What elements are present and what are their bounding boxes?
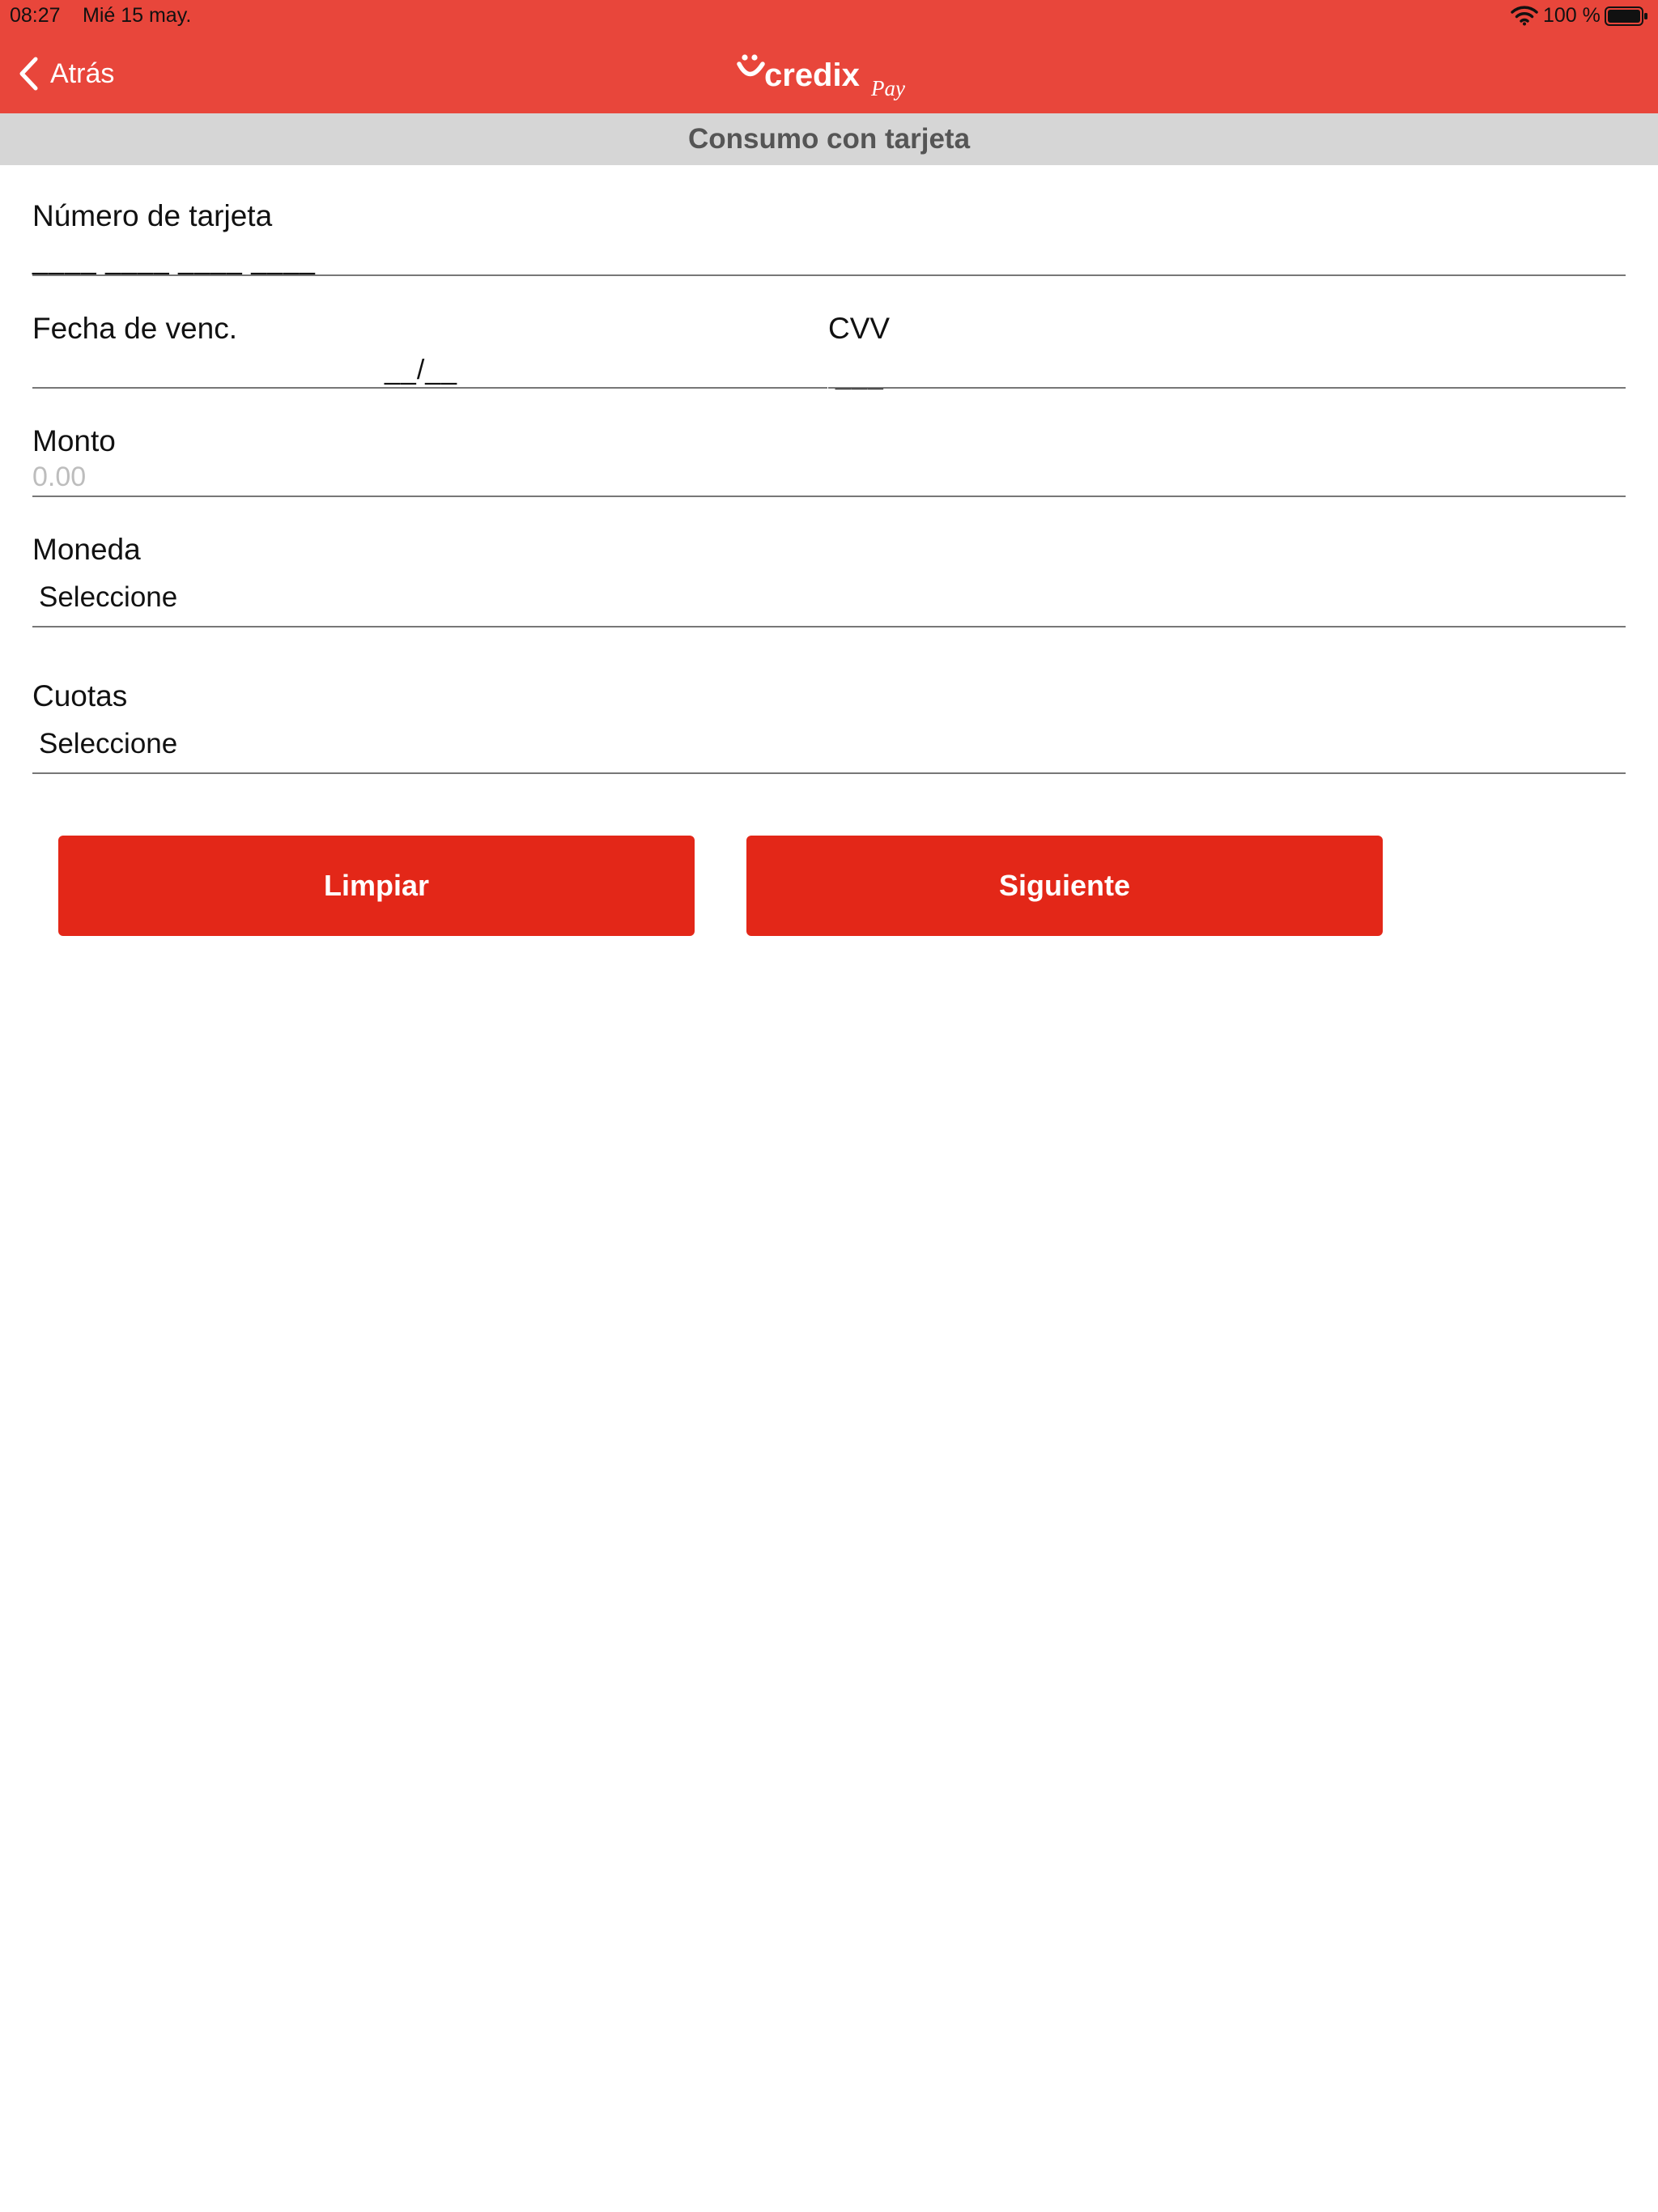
card-number-label: Número de tarjeta xyxy=(32,199,273,232)
expiry-label: Fecha de venc. xyxy=(32,312,237,345)
expiry-underline xyxy=(32,387,827,389)
page-title: Consumo con tarjeta xyxy=(687,123,971,155)
expiry-input[interactable]: __/__ xyxy=(385,355,457,386)
card-number-underline xyxy=(32,274,1626,276)
svg-text:credix: credix xyxy=(764,57,860,93)
cvv-underline xyxy=(828,387,1626,389)
section-title-bar: Consumo con tarjeta xyxy=(0,113,1658,165)
amount-underline xyxy=(32,496,1626,497)
back-button[interactable]: Atrás xyxy=(18,53,114,94)
svg-text:Pay: Pay xyxy=(870,76,905,100)
chevron-left-icon xyxy=(19,57,38,91)
installments-underline xyxy=(32,772,1626,774)
status-date: Mié 15 may. xyxy=(83,4,192,27)
app-screen: 08:27 Mié 15 may. 100 % Atrás credix Pay… xyxy=(0,0,1658,2212)
amount-input[interactable]: 0.00 xyxy=(32,462,86,493)
amount-label: Monto xyxy=(32,424,116,457)
credix-pay-logo: credix Pay xyxy=(737,50,919,100)
nav-bar: 08:27 Mié 15 may. 100 % Atrás credix Pay xyxy=(0,0,1658,113)
back-button-label: Atrás xyxy=(50,57,115,89)
battery-percentage: 100 % xyxy=(1543,4,1601,27)
clear-button[interactable]: Limpiar xyxy=(58,836,695,936)
currency-label: Moneda xyxy=(32,533,141,566)
currency-underline xyxy=(32,626,1626,627)
next-button[interactable]: Siguiente xyxy=(746,836,1383,936)
currency-select[interactable]: Seleccione xyxy=(39,581,177,614)
cvv-label: CVV xyxy=(828,312,891,345)
card-number-input[interactable]: ____ ____ ____ ____ xyxy=(32,245,316,276)
wifi-icon xyxy=(1511,6,1538,26)
installments-select[interactable]: Seleccione xyxy=(39,728,177,760)
status-time: 08:27 xyxy=(10,4,61,27)
battery-icon xyxy=(1605,6,1647,26)
installments-label: Cuotas xyxy=(32,679,128,713)
